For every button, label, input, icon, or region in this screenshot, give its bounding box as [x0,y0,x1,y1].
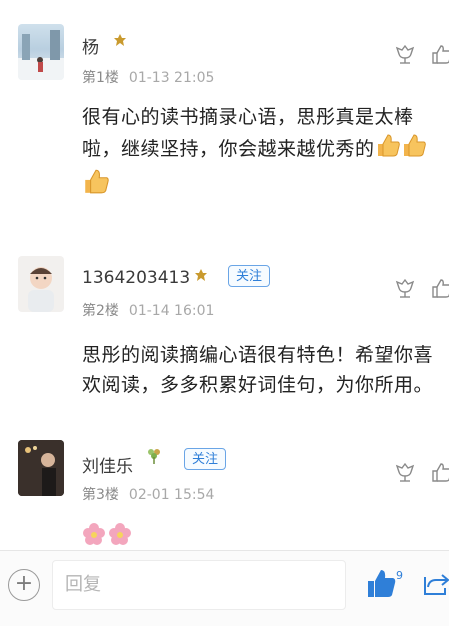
comment-text-line-2: 啦，继续坚持，你会越来越优秀的 [82,132,442,167]
flower-badge-icon [146,447,162,469]
avatar-night-photo [18,440,64,496]
floor-number: 第3楼 [82,487,119,503]
plus-icon[interactable]: + [8,569,40,601]
commenter-name[interactable]: 刘佳乐 [82,452,133,477]
avatar[interactable] [18,24,64,80]
floor-number: 第1楼 [82,70,119,86]
avatar-snow-scene [18,30,64,80]
comment-text-line: 很有心的读书摘录心语，思彤真是太棒 [82,106,414,128]
comment-text: 思彤的阅读摘编心语很有特色！希望你喜 欢阅读，多多积累好词佳句，为你所用。 [82,340,442,400]
comment-meta: 第1楼 01-13 21:05 [82,67,214,87]
comment-text: 很有心的读书摘录心语，思彤真是太棒 啦，继续坚持，你会越来越优秀的 [82,102,442,204]
reply-input[interactable]: 回复 [52,560,346,610]
flower-icon[interactable] [394,43,416,65]
emoji-line [82,522,132,550]
commenter-name[interactable]: 杨 [82,33,99,58]
follow-button[interactable]: 关注 [228,265,271,287]
comment-time: 02-01 15:54 [128,487,215,503]
thumbs-up-icon[interactable] [431,277,449,299]
share-icon[interactable] [422,569,449,597]
thumbs-up-icon [82,167,110,204]
avatar[interactable] [18,440,64,496]
avatar[interactable] [18,256,64,312]
floor-number: 第2楼 [82,303,119,319]
thumbs-up-icon[interactable] [431,461,449,483]
thumbs-up-icon [375,132,401,167]
comment-text-line: 欢阅读，多多积累好词佳句，为你所用。 [82,374,434,396]
comment-meta: 第2楼 01-14 16:01 [82,300,214,320]
follow-button[interactable]: 关注 [184,448,227,470]
cherry-blossom-icon [108,522,132,550]
comment-3: 刘佳乐 关注 第3楼 02-01 15:54 [0,420,449,550]
cherry-blossom-icon [82,522,106,550]
emoji-line [82,167,442,204]
commenter-name[interactable]: 1364203413 [82,268,190,288]
thumbs-up-icon[interactable] [431,43,449,65]
avatar-baby-photo [28,267,54,312]
like-count: 9 [396,569,403,582]
comment-text-line: 啦，继续坚持，你会越来越优秀的 [82,138,375,160]
comment-meta: 第3楼 02-01 15:54 [82,484,214,504]
reply-bar: + 回复 9 [0,550,449,626]
flower-icon[interactable] [394,461,416,483]
flower-icon[interactable] [394,277,416,299]
comment-time: 01-13 21:05 [128,70,215,86]
thumbs-up-icon [368,570,396,597]
comment-time: 01-14 16:01 [128,303,215,319]
level-badge-icon [114,33,126,51]
comment-text-line: 思彤的阅读摘编心语很有特色！希望你喜 [82,344,434,366]
thumbs-up-icon [401,132,427,167]
comment-1: 杨 第1楼 01-13 21:05 很有心的读书摘录心语，思彤真是太棒 啦，继续坚… [0,0,449,240]
like-button[interactable] [366,567,396,599]
comment-2: 1364203413 关注 第2楼 01-14 16:01 思彤的阅读摘编心语很有… [0,240,449,420]
level-badge-icon [195,268,207,286]
